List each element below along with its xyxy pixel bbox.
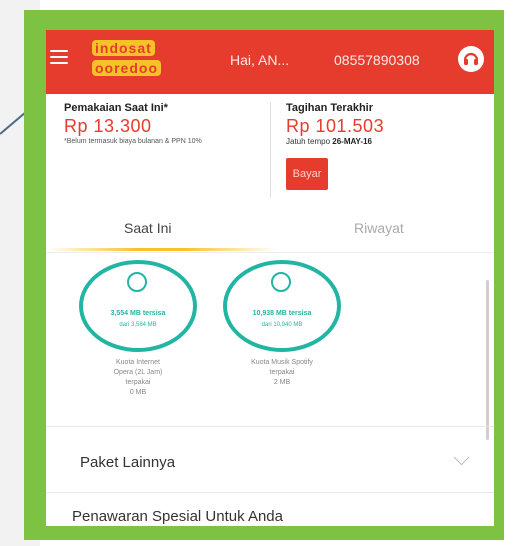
support-headset-icon[interactable] — [458, 46, 484, 72]
due-prefix: Jatuh tempo — [286, 137, 331, 146]
app-screen: indosat ooredoo Hai, AN... 08557890308 P… — [46, 30, 494, 526]
current-usage: Pemakaian Saat Ini* Rp 13.300 *Belum ter… — [64, 102, 244, 147]
quota-desc-line: Kuota Musik Spotify — [251, 359, 313, 366]
section-divider — [46, 426, 494, 427]
chevron-down-icon[interactable] — [453, 449, 470, 466]
quota-circle: 3,554 MB tersisa dari 3,584 MB — [79, 260, 197, 352]
globe-icon — [271, 272, 291, 292]
phone-number: 08557890308 — [334, 52, 420, 68]
tab-current[interactable]: Saat Ini — [124, 220, 171, 236]
logo-line1: indosat — [92, 40, 155, 56]
due-date: 26-MAY-16 — [332, 137, 372, 146]
bill-due: Jatuh tempo 26-MAY-16 — [286, 137, 384, 146]
pay-button[interactable]: Bayar — [286, 158, 328, 190]
quota-desc-line: terpakai — [125, 379, 151, 386]
brand-logo: indosat ooredoo — [92, 40, 214, 76]
section-divider — [46, 492, 494, 493]
quota-desc-line: 2 MB — [273, 379, 291, 386]
quota-desc-line: Kuota Internet — [116, 359, 160, 366]
usage-note: *Belum termasuk biaya bulanan & PPN 10% — [64, 138, 202, 145]
quota-total: dari 10,940 MB — [261, 322, 303, 328]
last-bill: Tagihan Terakhir Rp 101.503 Jatuh tempo … — [286, 102, 384, 146]
tab-history[interactable]: Riwayat — [354, 220, 404, 236]
special-offers-label[interactable]: Penawaran Spesial Untuk Anda — [72, 508, 283, 525]
scrollbar[interactable] — [486, 280, 489, 440]
bill-amount: Rp 101.503 — [286, 116, 385, 136]
billing-summary: Pemakaian Saat Ini* Rp 13.300 *Belum ter… — [46, 94, 494, 207]
logo-line2: ooredoo — [92, 60, 161, 76]
quota-desc-line: 0 MB — [129, 389, 147, 396]
bill-label: Tagihan Terakhir — [286, 102, 374, 114]
tab-bar: Saat Ini Riwayat — [46, 206, 494, 253]
quota-desc-line: terpakai — [269, 369, 295, 376]
quota-spotify[interactable]: 10,938 MB tersisa dari 10,940 MB Kuota M… — [222, 260, 342, 388]
globe-icon — [127, 272, 147, 292]
greeting-text: Hai, AN... — [230, 52, 290, 68]
quota-remaining: 3,554 MB tersisa — [110, 310, 166, 317]
quota-internet[interactable]: 3,554 MB tersisa dari 3,584 MB Kuota Int… — [78, 260, 198, 398]
usage-amount: Rp 13.300 — [64, 116, 152, 136]
app-header: indosat ooredoo Hai, AN... 08557890308 — [46, 30, 494, 94]
quota-desc-line: Opera (2L Jam) — [113, 369, 163, 376]
quota-remaining: 10,938 MB tersisa — [252, 310, 312, 317]
quota-circle: 10,938 MB tersisa dari 10,940 MB — [223, 260, 341, 352]
quota-description: Kuota Musik Spotify terpakai 2 MB — [222, 358, 342, 388]
other-packages-label[interactable]: Paket Lainnya — [80, 454, 175, 471]
usage-label: Pemakaian Saat Ini* — [64, 102, 168, 114]
quota-total: dari 3,584 MB — [119, 322, 157, 328]
menu-icon[interactable] — [50, 50, 68, 66]
quota-description: Kuota Internet Opera (2L Jam) terpakai 0… — [78, 358, 198, 398]
summary-divider — [270, 102, 271, 198]
tab-indicator — [46, 248, 276, 251]
